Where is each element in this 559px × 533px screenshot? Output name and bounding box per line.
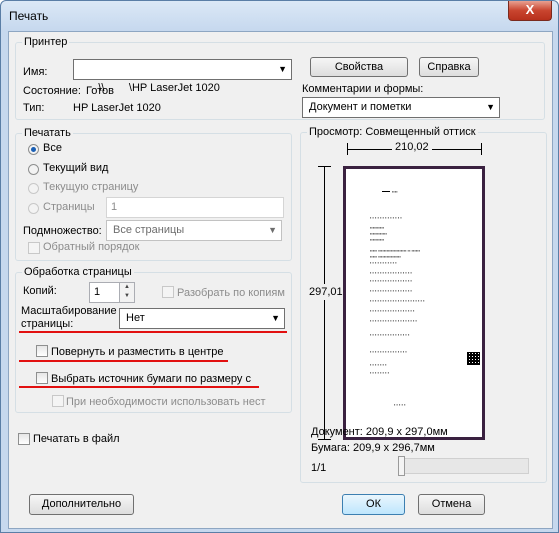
print-dialog: Печать X Принтер Имя: \\ \HP LaserJet 10… [0,0,559,533]
copies-label: Копий: [23,285,57,297]
help-button[interactable]: Справка [419,57,479,77]
type-value: HP LaserJet 1020 [73,102,161,114]
reverse-order-label: Обратный порядок [43,241,140,253]
rotate-center-checkbox[interactable] [36,345,48,357]
preview-text: ▪ ▪ ▪ ▪ ▪ ▪ ▪ ▪ ▪ ▪ ▪ ▪ ▪ ▪ ▪ ▪ ▪ [370,270,412,275]
preview-text: ▪ ▪ ▪ ▪ ▪ ▪ ▪ ▪ ▪ ▪ ▪ ▪ ▪ ▪ ▪ [370,349,407,354]
preview-text: ▪ ▪ ▪ ▪ ▪ ▪ ▪ ▪ [370,370,390,375]
printer-group-label: Принтер [24,36,68,48]
red-underline-rotate [19,360,228,362]
scaling-value: Нет [126,312,145,324]
width-dimension-tick-right [481,143,482,155]
preview-logo-mark [382,191,390,197]
qr-code-icon [467,352,480,365]
rotate-center-label: Повернуть и разместить в центре [51,346,224,358]
preview-text: ▪▪▪▪▪ ▪▪▪▪▪▪▪▪▪▪▪▪▪▪▪▪ [370,254,401,259]
width-dimension-tick-left [347,143,348,155]
red-underline-paper-source [19,386,259,388]
preview-text: ▪ ▪ ▪ ▪ ▪ ▪ ▪ ▪ ▪ ▪ ▪ ▪ ▪ ▪ ▪ ▪ ▪ ▪ ▪ ▪ … [370,298,425,303]
status-label: Состояние: [23,85,81,97]
reverse-order-checkbox[interactable] [28,242,40,254]
collate-checkbox[interactable] [162,286,174,298]
dialog-body: Принтер Имя: \\ \HP LaserJet 1020 ▼ Свой… [8,31,553,529]
page-counter: 1/1 [311,462,327,474]
chevron-down-icon: ▼ [486,102,495,112]
radio-all-label: Все [43,142,62,154]
subset-value: Все страницы [113,224,185,236]
preview-text: ▪ ▪ ▪ ▪ ▪ ▪ ▪ [370,362,387,367]
subset-label: Подмножество: [23,225,102,237]
comments-select[interactable]: Документ и пометки ▼ [302,97,500,118]
ok-button[interactable]: ОК [342,494,405,515]
radio-pages[interactable] [28,203,39,214]
scaling-select[interactable]: Нет ▼ [119,308,285,329]
custom-size-label: При необходимости использовать нест [66,396,266,408]
document-size: Документ: 209,9 x 297,0мм [311,426,448,438]
preview-title: Просмотр: Совмещенный оттиск [309,126,476,138]
radio-current-page[interactable] [28,183,39,194]
properties-button[interactable]: Свойства [310,57,408,77]
height-dimension-tick-top [318,166,331,167]
scaling-label-line2: страницы: [21,318,74,330]
cancel-button[interactable]: Отмена [418,494,485,515]
chevron-down-icon: ▼ [268,225,277,235]
spin-up-icon[interactable]: ▲ [124,284,130,290]
copies-input[interactable]: 1 [89,282,120,303]
page-slider-handle[interactable] [398,456,405,476]
radio-current-view-label: Текущий вид [43,162,109,174]
custom-size-checkbox[interactable] [52,395,64,407]
print-to-file-label: Печатать в файл [33,433,120,445]
preview-text: ▪ ▪ ▪ ▪ ▪ ▪ ▪ ▪ ▪ ▪ ▪ ▪ ▪ ▪ ▪ ▪ ▪ ▪ [370,308,415,313]
preview-text: ▪ ▪ ▪ ▪ ▪ [394,402,406,407]
paper-source-checkbox[interactable] [36,372,48,384]
chevron-down-icon: ▼ [271,313,280,323]
title-bar: Печать X [1,1,558,31]
printer-name-value: \\ \HP LaserJet 1020 [98,82,220,94]
red-underline-scaling [19,331,287,333]
height-dimension-line [324,166,325,440]
preview-text: ▪ ▪ ▪ ▪ ▪ ▪ ▪ ▪ ▪ ▪ ▪ ▪ ▪ ▪ ▪ ▪ ▪ [370,278,412,283]
status-value: Готов [86,85,114,97]
print-range-label: Печатать [24,127,71,139]
preview-text: ▪▪▪▪▪▪▪▪▪▪ [370,237,385,242]
type-label: Тип: [23,102,45,114]
paper-source-label: Выбрать источник бумаги по размеру с [51,373,251,385]
width-label: 210,02 [392,141,432,153]
preview-text: ▪ ▪ ▪ ▪ ▪ ▪ ▪ ▪ ▪ ▪ ▪ ▪ ▪ ▪ ▪ ▪ [370,332,410,337]
spin-down-icon[interactable]: ▼ [124,293,130,299]
chevron-down-icon: ▼ [278,64,287,74]
preview-text: ▪▪▪▪▪ ▪▪▪▪▪▪▪▪▪▪▪▪▪▪▪▪▪▪▪▪ ▪▪ ▪▪▪▪▪▪ [370,248,421,253]
printer-name-label: Имя: [23,66,48,78]
radio-all[interactable] [28,144,39,155]
page-slider-track[interactable] [401,458,529,474]
print-to-file-checkbox[interactable] [18,433,30,445]
page-preview: ▪▪▪▪ ▪ ▪ ▪ ▪ ▪ ▪ ▪ ▪ ▪ ▪ ▪ ▪ ▪ ▪▪▪▪▪▪▪▪▪… [343,166,485,440]
printer-name-select[interactable]: \\ \HP LaserJet 1020 ▼ [73,59,292,94]
radio-pages-label: Страницы [43,201,95,213]
collate-label: Разобрать по копиям [177,287,285,299]
radio-current-view[interactable] [28,164,39,175]
advanced-button[interactable]: Дополнительно [29,494,134,515]
subset-select[interactable]: Все страницы ▼ [106,220,282,241]
preview-text: ▪▪▪▪ [392,189,398,194]
copies-spinner[interactable]: ▲ ▼ [119,282,135,303]
preview-text: ▪▪▪▪▪▪▪▪▪▪ [370,225,385,230]
scaling-label-line1: Масштабирование [21,305,117,317]
preview-text: ▪ ▪ ▪ ▪ ▪ ▪ ▪ ▪ ▪ ▪ ▪ ▪ ▪ ▪ ▪ ▪ ▪ ▪ ▪ [370,318,417,323]
close-button[interactable]: X [508,1,552,21]
comments-label: Комментарии и формы: [302,83,424,95]
preview-text: ▪ ▪ ▪ ▪ ▪ ▪ ▪ ▪ ▪ ▪ ▪ ▪ ▪ [370,215,402,220]
radio-current-page-label: Текущую страницу [43,181,139,193]
preview-text: ▪ ▪ ▪ ▪ ▪ ▪ ▪ ▪ ▪ ▪ ▪ [370,260,397,265]
paper-size: Бумага: 209,9 x 296,7мм [311,442,435,454]
height-dimension-tick-bottom [318,439,331,440]
height-label: 297,01 [309,284,343,300]
preview-text: ▪▪▪▪▪▪▪▪▪▪▪▪ [370,231,388,236]
comments-value: Документ и пометки [309,101,412,113]
page-handling-label: Обработка страницы [24,266,132,278]
window-title: Печать [9,9,49,23]
preview-text: ▪ ▪ ▪ ▪ ▪ ▪ ▪ ▪ ▪ ▪ ▪ ▪ ▪ ▪ ▪ ▪ ▪ [370,288,412,293]
pages-input[interactable]: 1 [106,197,284,218]
